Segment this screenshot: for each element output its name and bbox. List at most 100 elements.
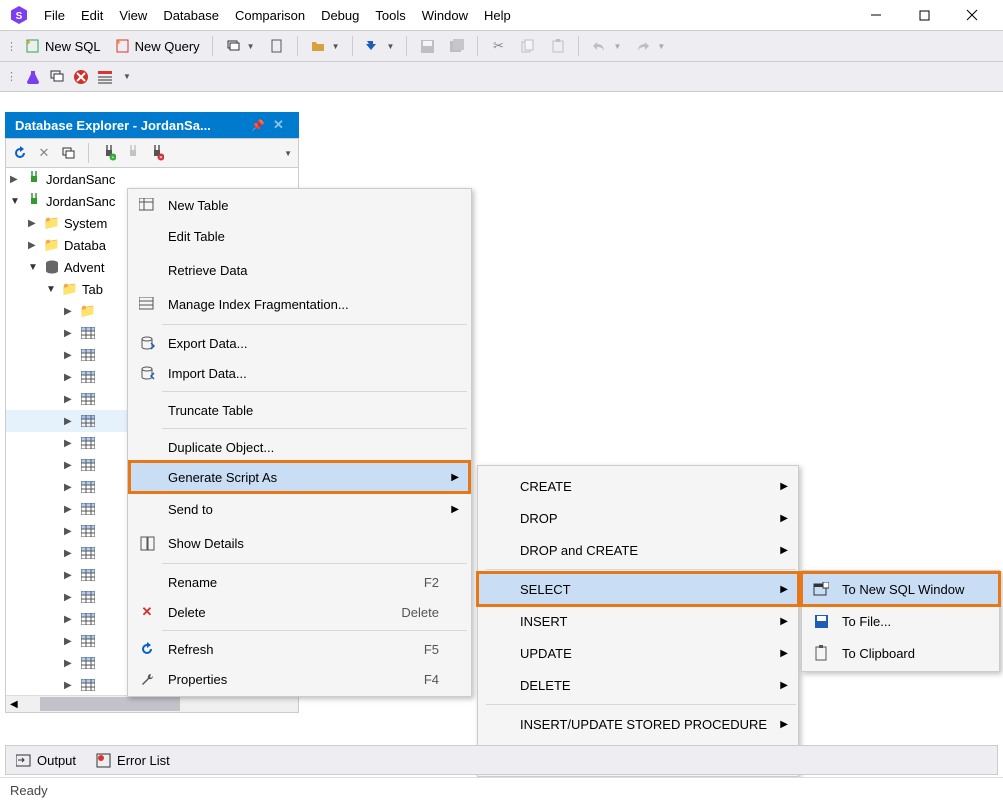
table-icon [80, 413, 96, 429]
menu-view[interactable]: View [113, 4, 153, 27]
sub-drop[interactable]: DROP▶ [478, 502, 798, 534]
to-new-sql-window[interactable]: To New SQL Window [802, 573, 999, 605]
paste-button[interactable] [544, 35, 572, 57]
menu-help[interactable]: Help [478, 4, 517, 27]
stop-icon[interactable] [73, 69, 89, 85]
refresh-icon[interactable] [12, 145, 28, 161]
submenu-arrow-icon: ▶ [780, 481, 788, 492]
table-icon [80, 479, 96, 495]
table-icon [80, 347, 96, 363]
ctx-generate-script-as[interactable]: Generate Script As▶ [130, 462, 469, 492]
table-icon [80, 325, 96, 341]
folder-open-icon [310, 38, 326, 54]
ctx-truncate[interactable]: Truncate Table [130, 395, 469, 425]
minimize-button[interactable] [861, 4, 891, 26]
titlebar: S File Edit View Database Comparison Deb… [0, 0, 1003, 30]
ctx-duplicate[interactable]: Duplicate Object... [130, 432, 469, 462]
ctx-export-data[interactable]: Export Data... [130, 328, 469, 358]
panel-title-bar[interactable]: Database Explorer - JordanSa... 📌 ✕ [5, 112, 299, 138]
plug-red-icon[interactable]: ✕ [149, 145, 165, 161]
horizontal-scrollbar[interactable]: ◀ [6, 695, 298, 712]
maximize-button[interactable] [909, 4, 939, 26]
database-icon [44, 259, 60, 275]
doc-button[interactable] [263, 35, 291, 57]
ctx-properties[interactable]: PropertiesF4 [130, 664, 469, 694]
ctx-import-data[interactable]: Import Data... [130, 358, 469, 388]
sub-insert[interactable]: INSERT▶ [478, 605, 798, 637]
save-button[interactable] [413, 35, 441, 57]
table-icon [80, 369, 96, 385]
open-button[interactable]: ▼ [304, 35, 346, 57]
menu-edit[interactable]: Edit [75, 4, 109, 27]
run-icon [365, 38, 381, 54]
menu-file[interactable]: File [38, 4, 71, 27]
list-lines-dropdown[interactable]: ▼ [123, 72, 131, 81]
error-list-icon [96, 753, 111, 768]
list-lines-icon[interactable] [97, 69, 113, 85]
table-icon [80, 633, 96, 649]
table-add-icon [134, 193, 160, 217]
delete-x-icon[interactable]: ✕ [36, 145, 52, 161]
ctx-new-table[interactable]: New Table [130, 191, 469, 219]
new-sql-icon: ✦ [25, 38, 41, 54]
ctx-edit-table[interactable]: Edit Table [130, 219, 469, 253]
new-query-button[interactable]: ✦ New Query [109, 35, 206, 57]
menu-comparison[interactable]: Comparison [229, 4, 311, 27]
sub-update[interactable]: UPDATE▶ [478, 637, 798, 669]
flask-icon[interactable] [25, 69, 41, 85]
window-stack-button[interactable]: ▼ [219, 35, 261, 57]
save-all-button[interactable] [443, 35, 471, 57]
submenu-arrow-icon: ▶ [780, 648, 788, 659]
redo-icon [635, 38, 651, 54]
sub-drop-create[interactable]: DROP and CREATE▶ [478, 534, 798, 566]
to-clipboard[interactable]: To Clipboard [802, 637, 999, 669]
select-target-submenu: To New SQL Window To File... To Clipboar… [801, 570, 1000, 672]
cut-icon: ✂ [490, 38, 506, 54]
ctx-retrieve-data[interactable]: Retrieve Data [130, 253, 469, 287]
svg-text:✦: ✦ [115, 38, 122, 47]
tree-server-1[interactable]: ▶JordanSanc [6, 168, 298, 190]
sub-delete[interactable]: DELETE▶ [478, 669, 798, 701]
output-tab[interactable]: Output [16, 753, 76, 768]
plug-dropdown[interactable]: ▼ [284, 149, 292, 158]
plug-icon[interactable] [125, 145, 141, 161]
ctx-show-details[interactable]: Show Details [130, 526, 469, 560]
bottom-panel-tabs: Output Error List [5, 745, 998, 775]
table-icon [80, 435, 96, 451]
plug-green-icon[interactable]: + [101, 145, 117, 161]
window-icon[interactable] [60, 145, 76, 161]
error-list-tab[interactable]: Error List [96, 753, 170, 768]
delete-x-icon: ✕ [134, 600, 160, 624]
context-menu: New Table Edit Table Retrieve Data Manag… [127, 188, 472, 697]
pin-icon[interactable]: 📌 [251, 119, 267, 132]
run-button[interactable]: ▼ [359, 35, 401, 57]
to-file[interactable]: To File... [802, 605, 999, 637]
menu-debug[interactable]: Debug [315, 4, 365, 27]
folder-icon: 📁 [80, 303, 96, 319]
close-button[interactable] [957, 4, 987, 26]
ctx-rename[interactable]: RenameF2 [130, 567, 469, 597]
ctx-send-to[interactable]: Send to▶ [130, 492, 469, 526]
sub-select[interactable]: SELECT▶ [478, 573, 798, 605]
ctx-refresh[interactable]: RefreshF5 [130, 634, 469, 664]
panel-title-text: Database Explorer - JordanSa... [15, 118, 211, 133]
copy-icon [520, 38, 536, 54]
menu-tools[interactable]: Tools [369, 4, 411, 27]
panel-close-icon[interactable]: ✕ [273, 117, 289, 133]
ctx-delete[interactable]: ✕DeleteDelete [130, 597, 469, 627]
ctx-manage-index[interactable]: Manage Index Fragmentation... [130, 287, 469, 321]
server-icon [26, 193, 42, 209]
redo-button[interactable]: ▼ [629, 35, 671, 57]
menu-window[interactable]: Window [416, 4, 474, 27]
new-query-icon: ✦ [115, 38, 131, 54]
windows-icon[interactable] [49, 69, 65, 85]
cut-button[interactable]: ✂ [484, 35, 512, 57]
sub-create[interactable]: CREATE▶ [478, 470, 798, 502]
sub-ins-upd-sp[interactable]: INSERT/UPDATE STORED PROCEDURE▶ [478, 708, 798, 740]
menu-database[interactable]: Database [157, 4, 225, 27]
new-sql-button[interactable]: ✦ New SQL [19, 35, 107, 57]
undo-button[interactable]: ▼ [585, 35, 627, 57]
table-icon [80, 545, 96, 561]
submenu-arrow-icon: ▶ [780, 680, 788, 691]
copy-button[interactable] [514, 35, 542, 57]
